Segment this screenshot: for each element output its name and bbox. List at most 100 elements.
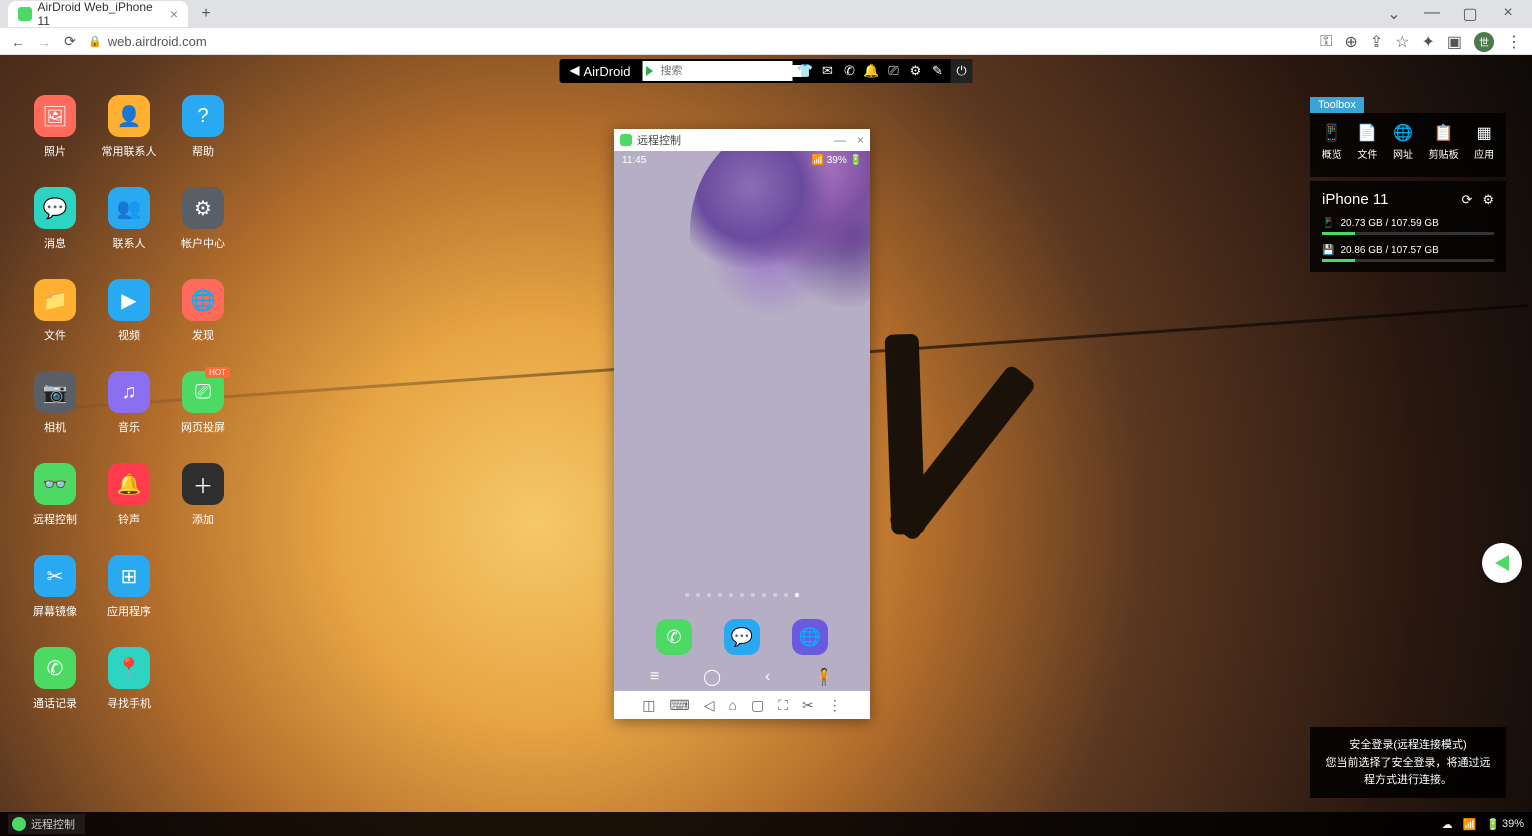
app-相机[interactable]: 📷相机 — [18, 371, 92, 435]
maximize-icon[interactable]: ▢ — [1458, 4, 1482, 24]
panel-icon[interactable]: ▣ — [1447, 32, 1462, 52]
battery-indicator: 🔋 39% — [1486, 818, 1524, 831]
tool-剪贴板[interactable]: 📋剪贴板 — [1429, 123, 1459, 161]
key-icon[interactable]: ⚿ — [1320, 33, 1332, 51]
recents-icon[interactable]: ≡ — [650, 668, 659, 686]
minimize-remote-icon[interactable]: — — [834, 133, 846, 147]
home-icon[interactable]: ◯ — [703, 667, 721, 687]
app-通话记录[interactable]: ✆通话记录 — [18, 647, 92, 711]
back-btn-icon[interactable]: ◁ — [704, 697, 715, 714]
zoom-icon[interactable]: ⊕ — [1344, 32, 1357, 52]
app-label: 添加 — [192, 511, 214, 527]
device-settings-icon[interactable]: ⚙ — [1482, 192, 1494, 208]
app-网页投屏[interactable]: ⎚HOT网页投屏 — [166, 371, 240, 435]
close-tab-icon[interactable]: × — [170, 6, 178, 22]
power-icon[interactable]: ⏻ — [950, 59, 972, 83]
toolbox-tab[interactable]: Toolbox — [1310, 97, 1364, 113]
forward-button[interactable]: → — [36, 34, 52, 50]
keyboard-icon[interactable]: ⌨ — [669, 697, 689, 714]
app-label: 帐户中心 — [181, 235, 225, 251]
fullscreen-icon[interactable]: ⛶ — [778, 697, 788, 714]
phone-icon[interactable]: ✆ — [838, 59, 860, 83]
brand-text: AirDroid — [584, 64, 631, 79]
accessibility-icon[interactable]: 🧍 — [814, 667, 834, 687]
home-btn-icon[interactable]: ⌂ — [728, 697, 736, 713]
app-应用程序[interactable]: ⊞应用程序 — [92, 555, 166, 619]
recents-btn-icon[interactable]: ▢ — [751, 697, 764, 714]
search-box[interactable] — [642, 61, 792, 81]
phone-status-icons: 📶 39% 🔋 — [812, 155, 862, 166]
bookmark-icon[interactable]: ☆ — [1395, 32, 1409, 52]
top-toolbar: AirDroid 👕 ✉ ✆ 🔔 ⎚ ⚙ ✎ ⏻ — [560, 59, 973, 83]
toolbox-tools: 📱概览 📄文件 🌐网址 📋剪贴板 ▦应用 — [1310, 121, 1506, 167]
messages-icon[interactable]: 💬 — [724, 619, 760, 655]
more-icon[interactable]: ⋮ — [828, 697, 842, 714]
airdroid-logo-icon — [570, 66, 580, 76]
tool-网址[interactable]: 🌐网址 — [1393, 123, 1413, 161]
app-文件[interactable]: 📁文件 — [18, 279, 92, 343]
remote-control-window[interactable]: 远程控制 — × 11:45 📶 39% 🔋 ✆ 💬 🌐 ≡ ◯ ‹ 🧍 — [614, 129, 870, 719]
close-window-icon[interactable]: × — [1496, 4, 1520, 24]
tab-title: AirDroid Web_iPhone 11 — [38, 0, 164, 28]
app-消息[interactable]: 💬消息 — [18, 187, 92, 251]
browser-tab[interactable]: AirDroid Web_iPhone 11 × — [8, 1, 188, 27]
app-音乐[interactable]: ♫音乐 — [92, 371, 166, 435]
app-远程控制[interactable]: 👓远程控制 — [18, 463, 92, 527]
app-添加[interactable]: ＋添加 — [166, 463, 240, 527]
window-dropdown-icon[interactable]: ⌄ — [1382, 4, 1406, 24]
cloud-icon[interactable]: ☁ — [1442, 818, 1453, 831]
cut-icon[interactable]: ✂ — [802, 697, 814, 714]
mouse-mode-icon[interactable]: ◫ — [642, 697, 655, 714]
reload-button[interactable]: ⟳ — [62, 33, 78, 50]
notif-title: 安全登录(远程连接模式) — [1322, 737, 1494, 754]
shirt-icon[interactable]: 👕 — [794, 59, 816, 83]
mail-icon[interactable]: ✉ — [816, 59, 838, 83]
wifi-icon[interactable]: 📶 — [1463, 818, 1477, 831]
hot-badge: HOT — [205, 367, 230, 378]
app-视频[interactable]: ▶视频 — [92, 279, 166, 343]
tool-label: 应用 — [1474, 146, 1494, 161]
bell-icon[interactable]: 🔔 — [860, 59, 882, 83]
extensions-icon[interactable]: ✦ — [1421, 32, 1434, 52]
app-帮助[interactable]: ?帮助 — [166, 95, 240, 159]
remote-titlebar[interactable]: 远程控制 — × — [614, 129, 870, 151]
tool-文件[interactable]: 📄文件 — [1357, 123, 1377, 161]
search-input[interactable] — [656, 65, 802, 77]
app-常用联系人[interactable]: 👤常用联系人 — [92, 95, 166, 159]
app-铃声[interactable]: 🔔铃声 — [92, 463, 166, 527]
settings-icon[interactable]: ⚙ — [904, 59, 926, 83]
profile-avatar[interactable]: 世 — [1474, 32, 1494, 52]
app-label: 发现 — [192, 327, 214, 343]
taskbar-remote-item[interactable]: 远程控制 — [8, 814, 85, 834]
back-button[interactable]: ← — [10, 34, 26, 50]
devices-icon[interactable]: ⎚ — [882, 59, 904, 83]
tool-label: 文件 — [1357, 146, 1377, 161]
airdroid-favicon-icon — [18, 7, 32, 21]
address-bar[interactable]: 🔒 web.airdroid.com — [88, 34, 207, 49]
phone-screen[interactable]: 11:45 📶 39% 🔋 ✆ 💬 🌐 ≡ ◯ ‹ 🧍 — [614, 151, 870, 691]
app-联系人[interactable]: 👥联系人 — [92, 187, 166, 251]
app-帐户中心[interactable]: ⚙帐户中心 — [166, 187, 240, 251]
tool-应用[interactable]: ▦应用 — [1474, 123, 1494, 161]
back-nav-icon[interactable]: ‹ — [765, 668, 770, 686]
browser-icon[interactable]: 🌐 — [792, 619, 828, 655]
airdroid-fab[interactable] — [1482, 543, 1522, 583]
new-tab-button[interactable]: + — [194, 2, 218, 26]
app-label: 铃声 — [118, 511, 140, 527]
close-remote-icon[interactable]: × — [857, 133, 864, 147]
phone-dialer-icon[interactable]: ✆ — [656, 619, 692, 655]
app-屏幕镜像[interactable]: ✂屏幕镜像 — [18, 555, 92, 619]
app-label: 寻找手机 — [107, 695, 151, 711]
edit-icon[interactable]: ✎ — [926, 59, 948, 83]
brand-logo[interactable]: AirDroid — [560, 64, 641, 79]
tool-概览[interactable]: 📱概览 — [1322, 123, 1342, 161]
app-label: 消息 — [44, 235, 66, 251]
app-寻找手机[interactable]: 📍寻找手机 — [92, 647, 166, 711]
app-发现[interactable]: 🌐发现 — [166, 279, 240, 343]
share-icon[interactable]: ⇪ — [1370, 32, 1383, 52]
phone-wallpaper — [690, 151, 870, 341]
refresh-device-icon[interactable]: ⟳ — [1461, 192, 1472, 208]
minimize-icon[interactable]: — — [1420, 4, 1444, 24]
app-照片[interactable]: 🖼照片 — [18, 95, 92, 159]
menu-icon[interactable]: ⋮ — [1506, 32, 1522, 52]
